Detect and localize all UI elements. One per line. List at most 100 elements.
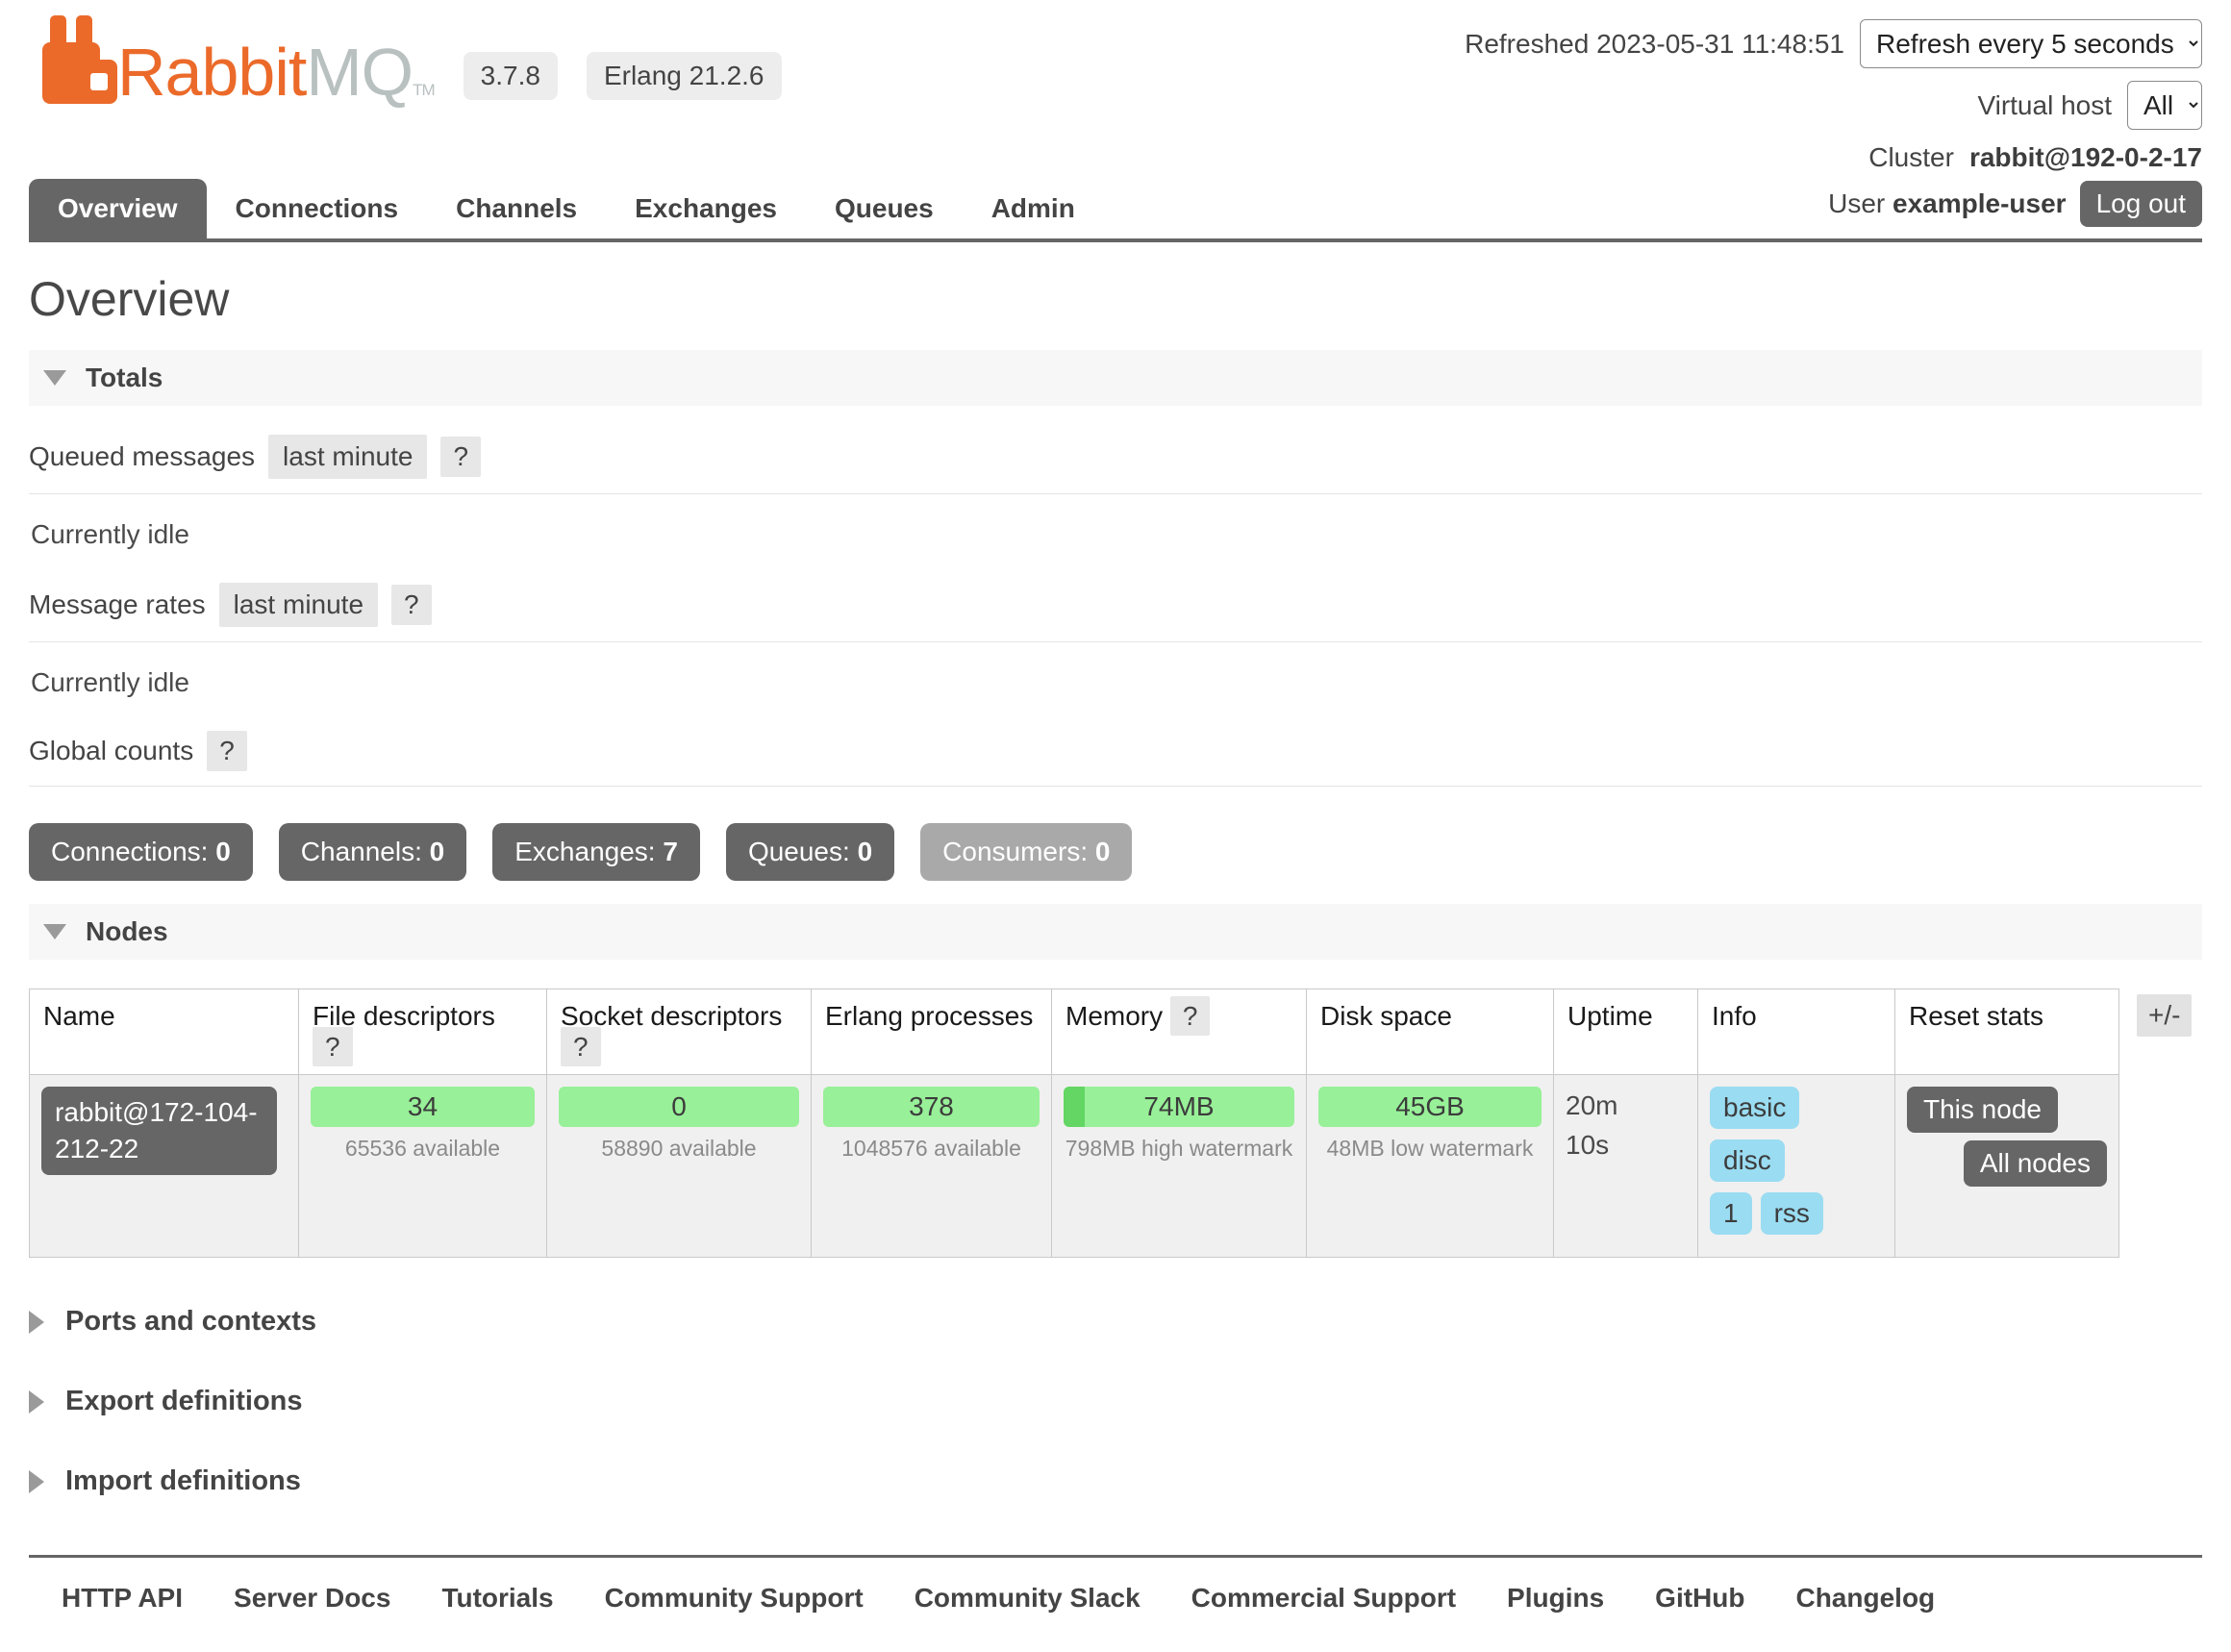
footer-link-changelog[interactable]: Changelog <box>1795 1583 1935 1614</box>
col-header-memory: Memory ? <box>1052 989 1307 1075</box>
global-counts-row: Connections: 0 Channels: 0 Exchanges: 7 … <box>29 823 2202 881</box>
message-rates-label: Message rates <box>29 589 206 620</box>
footer-link-community-slack[interactable]: Community Slack <box>915 1583 1141 1614</box>
section-title-export-definitions: Export definitions <box>65 1386 303 1417</box>
erlang-processes-cell: 378 1048576 available <box>812 1075 1052 1258</box>
global-counts-label: Global counts <box>29 736 193 766</box>
node-name-cell: rabbit@172-104-212-22 <box>30 1075 299 1258</box>
consumers-count-pill: Consumers: 0 <box>920 823 1132 881</box>
logout-button[interactable]: Log out <box>2080 181 2202 227</box>
footer-link-github[interactable]: GitHub <box>1655 1583 1744 1614</box>
brand-wordmark: RabbitMQTM <box>117 40 435 105</box>
section-title-ports-and-contexts: Ports and contexts <box>65 1306 316 1338</box>
info-badge-disc: disc <box>1710 1139 1785 1182</box>
tab-queues[interactable]: Queues <box>806 179 963 238</box>
section-header-import-definitions[interactable]: Import definitions <box>29 1465 2202 1497</box>
queued-period-badge[interactable]: last minute <box>268 435 427 479</box>
footer: HTTP API Server Docs Tutorials Community… <box>29 1555 2202 1652</box>
section-header-nodes[interactable]: Nodes <box>29 904 2202 960</box>
collapse-arrow-icon <box>43 924 66 939</box>
socket-descriptors-help-icon[interactable]: ? <box>561 1027 601 1066</box>
expand-arrow-icon <box>29 1470 44 1493</box>
col-header-file-descriptors: File descriptors ? <box>299 989 547 1075</box>
file-descriptors-bar: 34 <box>311 1087 535 1127</box>
virtual-host-label: Virtual host <box>1977 90 2112 121</box>
col-header-erlang-processes: Erlang processes <box>812 989 1052 1075</box>
rabbitmq-rabbit-icon <box>42 15 117 104</box>
virtual-host-select[interactable]: All <box>2127 81 2202 130</box>
footer-link-community-support[interactable]: Community Support <box>605 1583 864 1614</box>
erlang-processes-available: 1048576 available <box>823 1136 1040 1162</box>
brand-area: RabbitMQTM 3.7.8 Erlang 21.2.6 <box>29 15 782 104</box>
reset-all-nodes-button[interactable]: All nodes <box>1964 1140 2107 1187</box>
disk-space-cell: 45GB 48MB low watermark <box>1307 1075 1554 1258</box>
footer-link-http-api[interactable]: HTTP API <box>62 1583 183 1614</box>
section-header-export-definitions[interactable]: Export definitions <box>29 1386 2202 1417</box>
reset-stats-cell: This node All nodes <box>1895 1075 2119 1258</box>
memory-help-icon[interactable]: ? <box>1170 996 1211 1036</box>
tab-admin[interactable]: Admin <box>963 179 1104 238</box>
uptime-cell: 20m10s <box>1554 1075 1698 1258</box>
refresh-interval-select[interactable]: Refresh every 5 seconds <box>1860 19 2202 68</box>
connections-count-pill[interactable]: Connections: 0 <box>29 823 253 881</box>
page-title: Overview <box>29 271 2202 327</box>
rabbitmq-logo[interactable]: RabbitMQTM <box>42 15 435 104</box>
info-badge-basic: basic <box>1710 1087 1799 1129</box>
section-header-ports-and-contexts[interactable]: Ports and contexts <box>29 1306 2202 1338</box>
queued-messages-label: Queued messages <box>29 441 255 472</box>
user-label: User example-user <box>1828 188 2066 219</box>
node-row: rabbit@172-104-212-22 34 65536 available… <box>30 1075 2119 1258</box>
global-counts-help-icon[interactable]: ? <box>207 731 247 771</box>
rates-idle-text: Currently idle <box>31 667 2202 698</box>
col-header-disk-space: Disk space <box>1307 989 1554 1075</box>
footer-link-plugins[interactable]: Plugins <box>1507 1583 1604 1614</box>
tab-connections[interactable]: Connections <box>207 179 428 238</box>
file-descriptors-cell: 34 65536 available <box>299 1075 547 1258</box>
version-badge: 3.7.8 <box>464 52 558 100</box>
memory-watermark: 798MB high watermark <box>1064 1136 1294 1162</box>
reset-this-node-button[interactable]: This node <box>1907 1087 2058 1133</box>
file-descriptors-help-icon[interactable]: ? <box>313 1027 353 1066</box>
channels-count-pill[interactable]: Channels: 0 <box>279 823 466 881</box>
tab-overview[interactable]: Overview <box>29 179 207 238</box>
socket-descriptors-available: 58890 available <box>559 1136 799 1162</box>
user-name: example-user <box>1893 188 2067 218</box>
erlang-processes-bar: 378 <box>823 1087 1040 1127</box>
refreshed-timestamp: Refreshed 2023-05-31 11:48:51 <box>1465 29 1844 60</box>
collapse-arrow-icon <box>43 370 66 386</box>
memory-cell: 74MB 798MB high watermark <box>1052 1075 1307 1258</box>
memory-bar-fill <box>1064 1087 1085 1127</box>
tab-exchanges[interactable]: Exchanges <box>606 179 806 238</box>
queues-count-pill[interactable]: Queues: 0 <box>726 823 894 881</box>
exchanges-count-pill[interactable]: Exchanges: 7 <box>492 823 700 881</box>
queued-help-icon[interactable]: ? <box>440 437 481 477</box>
info-cell: basic disc 1rss <box>1698 1075 1895 1258</box>
expand-arrow-icon <box>29 1390 44 1414</box>
erlang-version-badge: Erlang 21.2.6 <box>587 52 782 100</box>
info-badge-rss: rss <box>1761 1192 1823 1235</box>
nodes-table: Name File descriptors ? Socket descripto… <box>29 989 2119 1258</box>
disk-space-bar: 45GB <box>1318 1087 1542 1127</box>
tab-channels[interactable]: Channels <box>427 179 606 238</box>
node-name-badge[interactable]: rabbit@172-104-212-22 <box>41 1087 277 1175</box>
footer-link-commercial-support[interactable]: Commercial Support <box>1191 1583 1456 1614</box>
section-header-totals[interactable]: Totals <box>29 350 2202 406</box>
col-header-socket-descriptors: Socket descriptors ? <box>547 989 812 1075</box>
columns-toggle-button[interactable]: +/- <box>2137 994 2192 1037</box>
section-title-nodes: Nodes <box>86 916 168 947</box>
socket-descriptors-cell: 0 58890 available <box>547 1075 812 1258</box>
header: RabbitMQTM 3.7.8 Erlang 21.2.6 Refreshed… <box>29 15 2202 173</box>
col-header-reset-stats: Reset stats <box>1895 989 2119 1075</box>
section-title-totals: Totals <box>86 363 163 393</box>
rates-help-icon[interactable]: ? <box>391 585 432 625</box>
socket-descriptors-bar: 0 <box>559 1087 799 1127</box>
section-title-import-definitions: Import definitions <box>65 1465 301 1497</box>
disk-space-watermark: 48MB low watermark <box>1318 1136 1542 1162</box>
info-badge-1: 1 <box>1710 1192 1752 1235</box>
file-descriptors-available: 65536 available <box>311 1136 535 1162</box>
tab-bar: Overview Connections Channels Exchanges … <box>29 179 2202 242</box>
footer-link-server-docs[interactable]: Server Docs <box>234 1583 390 1614</box>
header-right: Refreshed 2023-05-31 11:48:51 Refresh ev… <box>1465 15 2202 173</box>
footer-link-tutorials[interactable]: Tutorials <box>441 1583 553 1614</box>
rates-period-badge[interactable]: last minute <box>219 583 378 627</box>
